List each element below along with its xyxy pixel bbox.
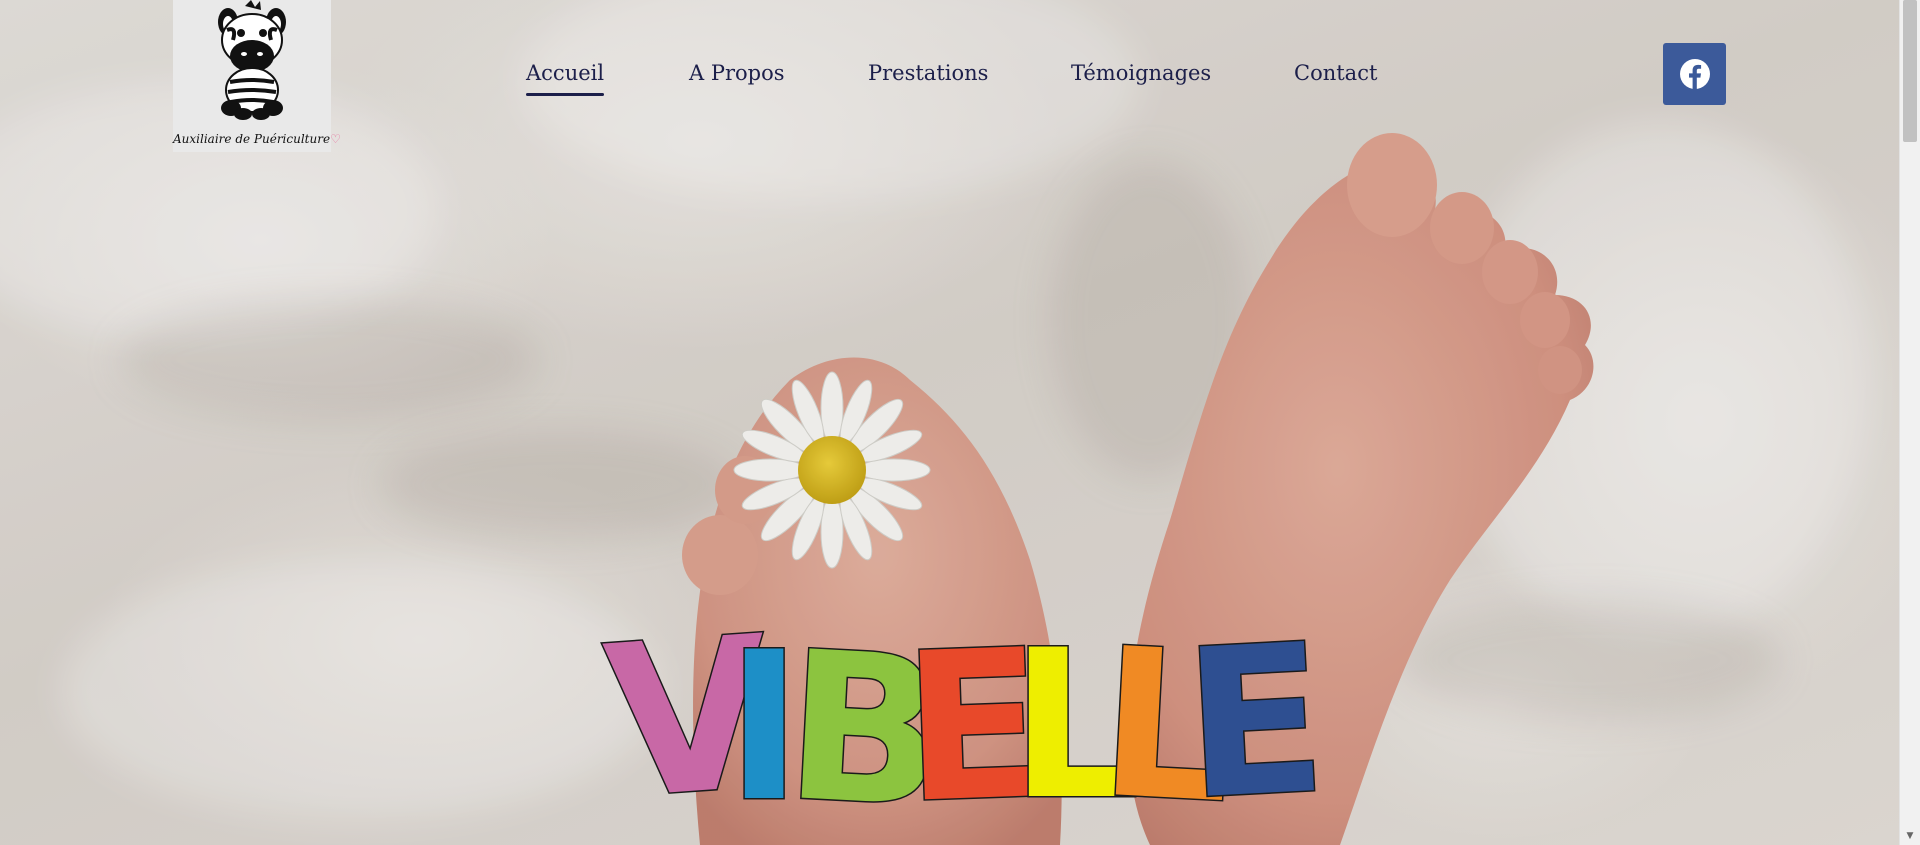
nav-item-prestations[interactable]: Prestations: [868, 58, 988, 88]
main-navigation: Accueil A Propos Prestations Témoignages…: [0, 58, 1920, 96]
brand-name: V I B E L L E: [597, 588, 1333, 845]
scrollbar-thumb[interactable]: [1903, 0, 1917, 142]
facebook-icon: [1679, 59, 1710, 89]
nav-item-a-propos[interactable]: A Propos: [689, 58, 785, 88]
nav-item-contact[interactable]: Contact: [1294, 58, 1377, 88]
scroll-down-arrow-icon[interactable]: ▼: [1900, 829, 1920, 843]
logo-caption: Auxiliaire de Puériculture♡: [173, 132, 341, 146]
facebook-button[interactable]: [1663, 43, 1726, 105]
brand-letter-e2: E: [1179, 601, 1331, 845]
heart-icon: ♡: [330, 132, 341, 146]
nav-item-accueil[interactable]: Accueil: [526, 58, 605, 96]
brand-letters: V I B E L L E: [597, 589, 1333, 845]
page-scrollbar[interactable]: ▼: [1899, 0, 1920, 845]
nav-item-temoignages[interactable]: Témoignages: [1071, 58, 1211, 88]
page: Auxiliaire de Puériculture♡ Accueil A Pr…: [0, 0, 1920, 845]
